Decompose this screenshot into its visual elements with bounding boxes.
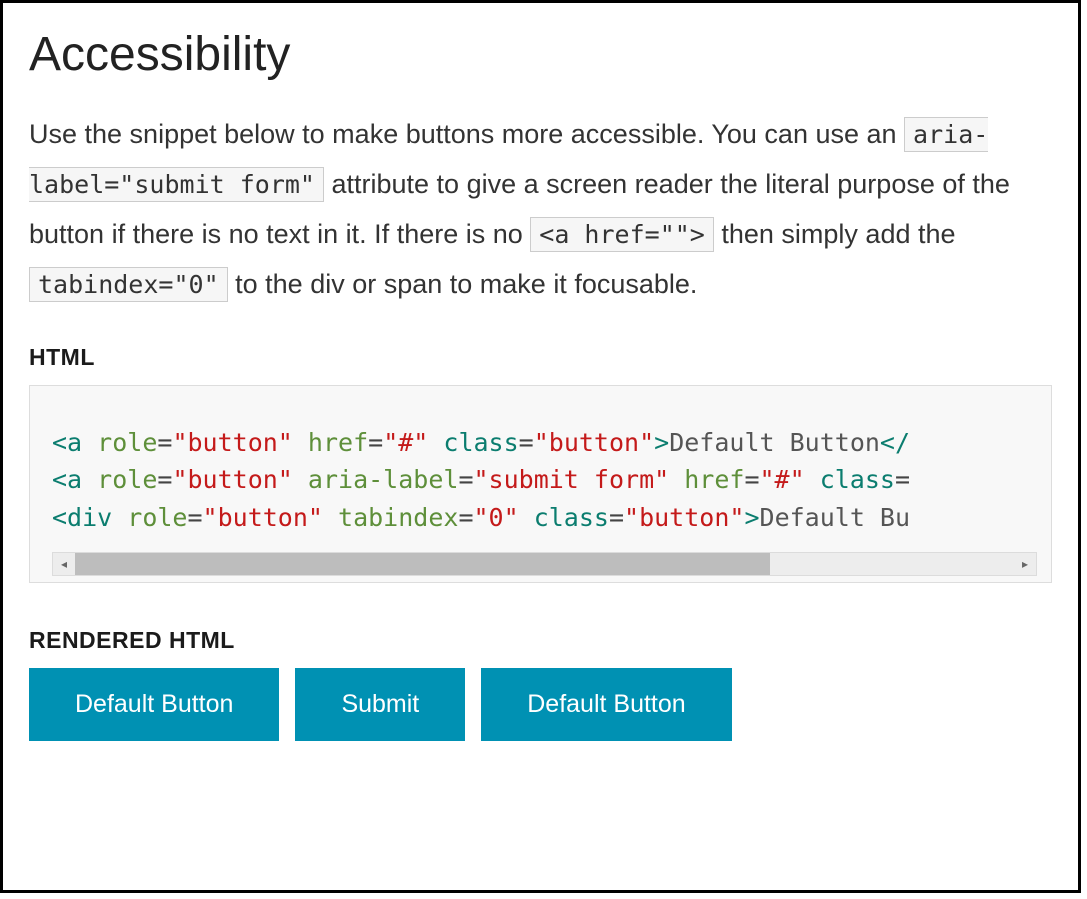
code-token: "button" <box>203 503 323 532</box>
description-paragraph: Use the snippet below to make buttons mo… <box>29 110 1052 310</box>
desc-text-1: Use the snippet below to make buttons mo… <box>29 119 904 149</box>
code-token: = <box>368 428 383 457</box>
scrollbar-thumb[interactable] <box>75 553 770 575</box>
code-line-3: <div role="button" tabindex="0" class="b… <box>52 499 1037 537</box>
code-token: = <box>744 465 759 494</box>
code-token: Default Bu <box>760 503 911 532</box>
inline-code-a-href: <a href=""> <box>530 217 714 252</box>
code-token: <a <box>52 428 82 457</box>
code-token: "button" <box>172 428 292 457</box>
code-token: "0" <box>474 503 519 532</box>
code-token: aria-label <box>293 465 459 494</box>
code-token: role <box>112 503 187 532</box>
horizontal-scrollbar[interactable]: ◂ ▸ <box>52 552 1037 576</box>
code-line-2: <a role="button" aria-label="submit form… <box>52 461 1037 499</box>
code-token: = <box>187 503 202 532</box>
triangle-right-icon: ▸ <box>1022 557 1028 571</box>
code-token: = <box>519 428 534 457</box>
code-token: "#" <box>760 465 805 494</box>
code-snippet[interactable]: <a role="button" href="#" class="button"… <box>52 424 1037 537</box>
code-token: class <box>805 465 895 494</box>
code-token: "#" <box>383 428 428 457</box>
code-token: = <box>609 503 624 532</box>
code-token: class <box>519 503 609 532</box>
submit-button[interactable]: Submit <box>295 668 465 741</box>
code-token: "submit form" <box>474 465 670 494</box>
code-token: <div <box>52 503 112 532</box>
code-token: = <box>458 465 473 494</box>
section-label-html: HTML <box>29 344 1052 371</box>
code-token: "button" <box>534 428 654 457</box>
scroll-right-button[interactable]: ▸ <box>1014 553 1036 575</box>
desc-text-4: to the div or span to make it focusable. <box>235 269 697 299</box>
rendered-buttons-row: Default Button Submit Default Button <box>29 668 1052 741</box>
code-token: href <box>293 428 368 457</box>
code-token: = <box>895 465 910 494</box>
default-button-2[interactable]: Default Button <box>481 668 731 741</box>
section-label-rendered: RENDERED HTML <box>29 627 1052 654</box>
code-token: href <box>669 465 744 494</box>
code-token: "button" <box>624 503 744 532</box>
code-token: = <box>157 465 172 494</box>
default-button-1[interactable]: Default Button <box>29 668 279 741</box>
inline-code-tabindex: tabindex="0" <box>29 267 228 302</box>
code-token: "button" <box>172 465 292 494</box>
code-token: > <box>654 428 669 457</box>
code-token: > <box>744 503 759 532</box>
page-title: Accessibility <box>29 27 1052 82</box>
code-panel: <a role="button" href="#" class="button"… <box>29 385 1052 584</box>
code-token: = <box>458 503 473 532</box>
code-token: <a <box>52 465 82 494</box>
code-token: class <box>428 428 518 457</box>
scroll-left-button[interactable]: ◂ <box>53 553 75 575</box>
code-token: role <box>82 465 157 494</box>
triangle-left-icon: ◂ <box>61 557 67 571</box>
code-token: Default Button <box>669 428 880 457</box>
desc-text-3: then simply add the <box>721 219 955 249</box>
code-token: tabindex <box>323 503 458 532</box>
code-token: </ <box>880 428 910 457</box>
doc-frame: Accessibility Use the snippet below to m… <box>0 0 1081 893</box>
scrollbar-track[interactable] <box>75 553 1014 575</box>
code-token: = <box>157 428 172 457</box>
code-line-1: <a role="button" href="#" class="button"… <box>52 424 1037 462</box>
code-token: role <box>82 428 157 457</box>
